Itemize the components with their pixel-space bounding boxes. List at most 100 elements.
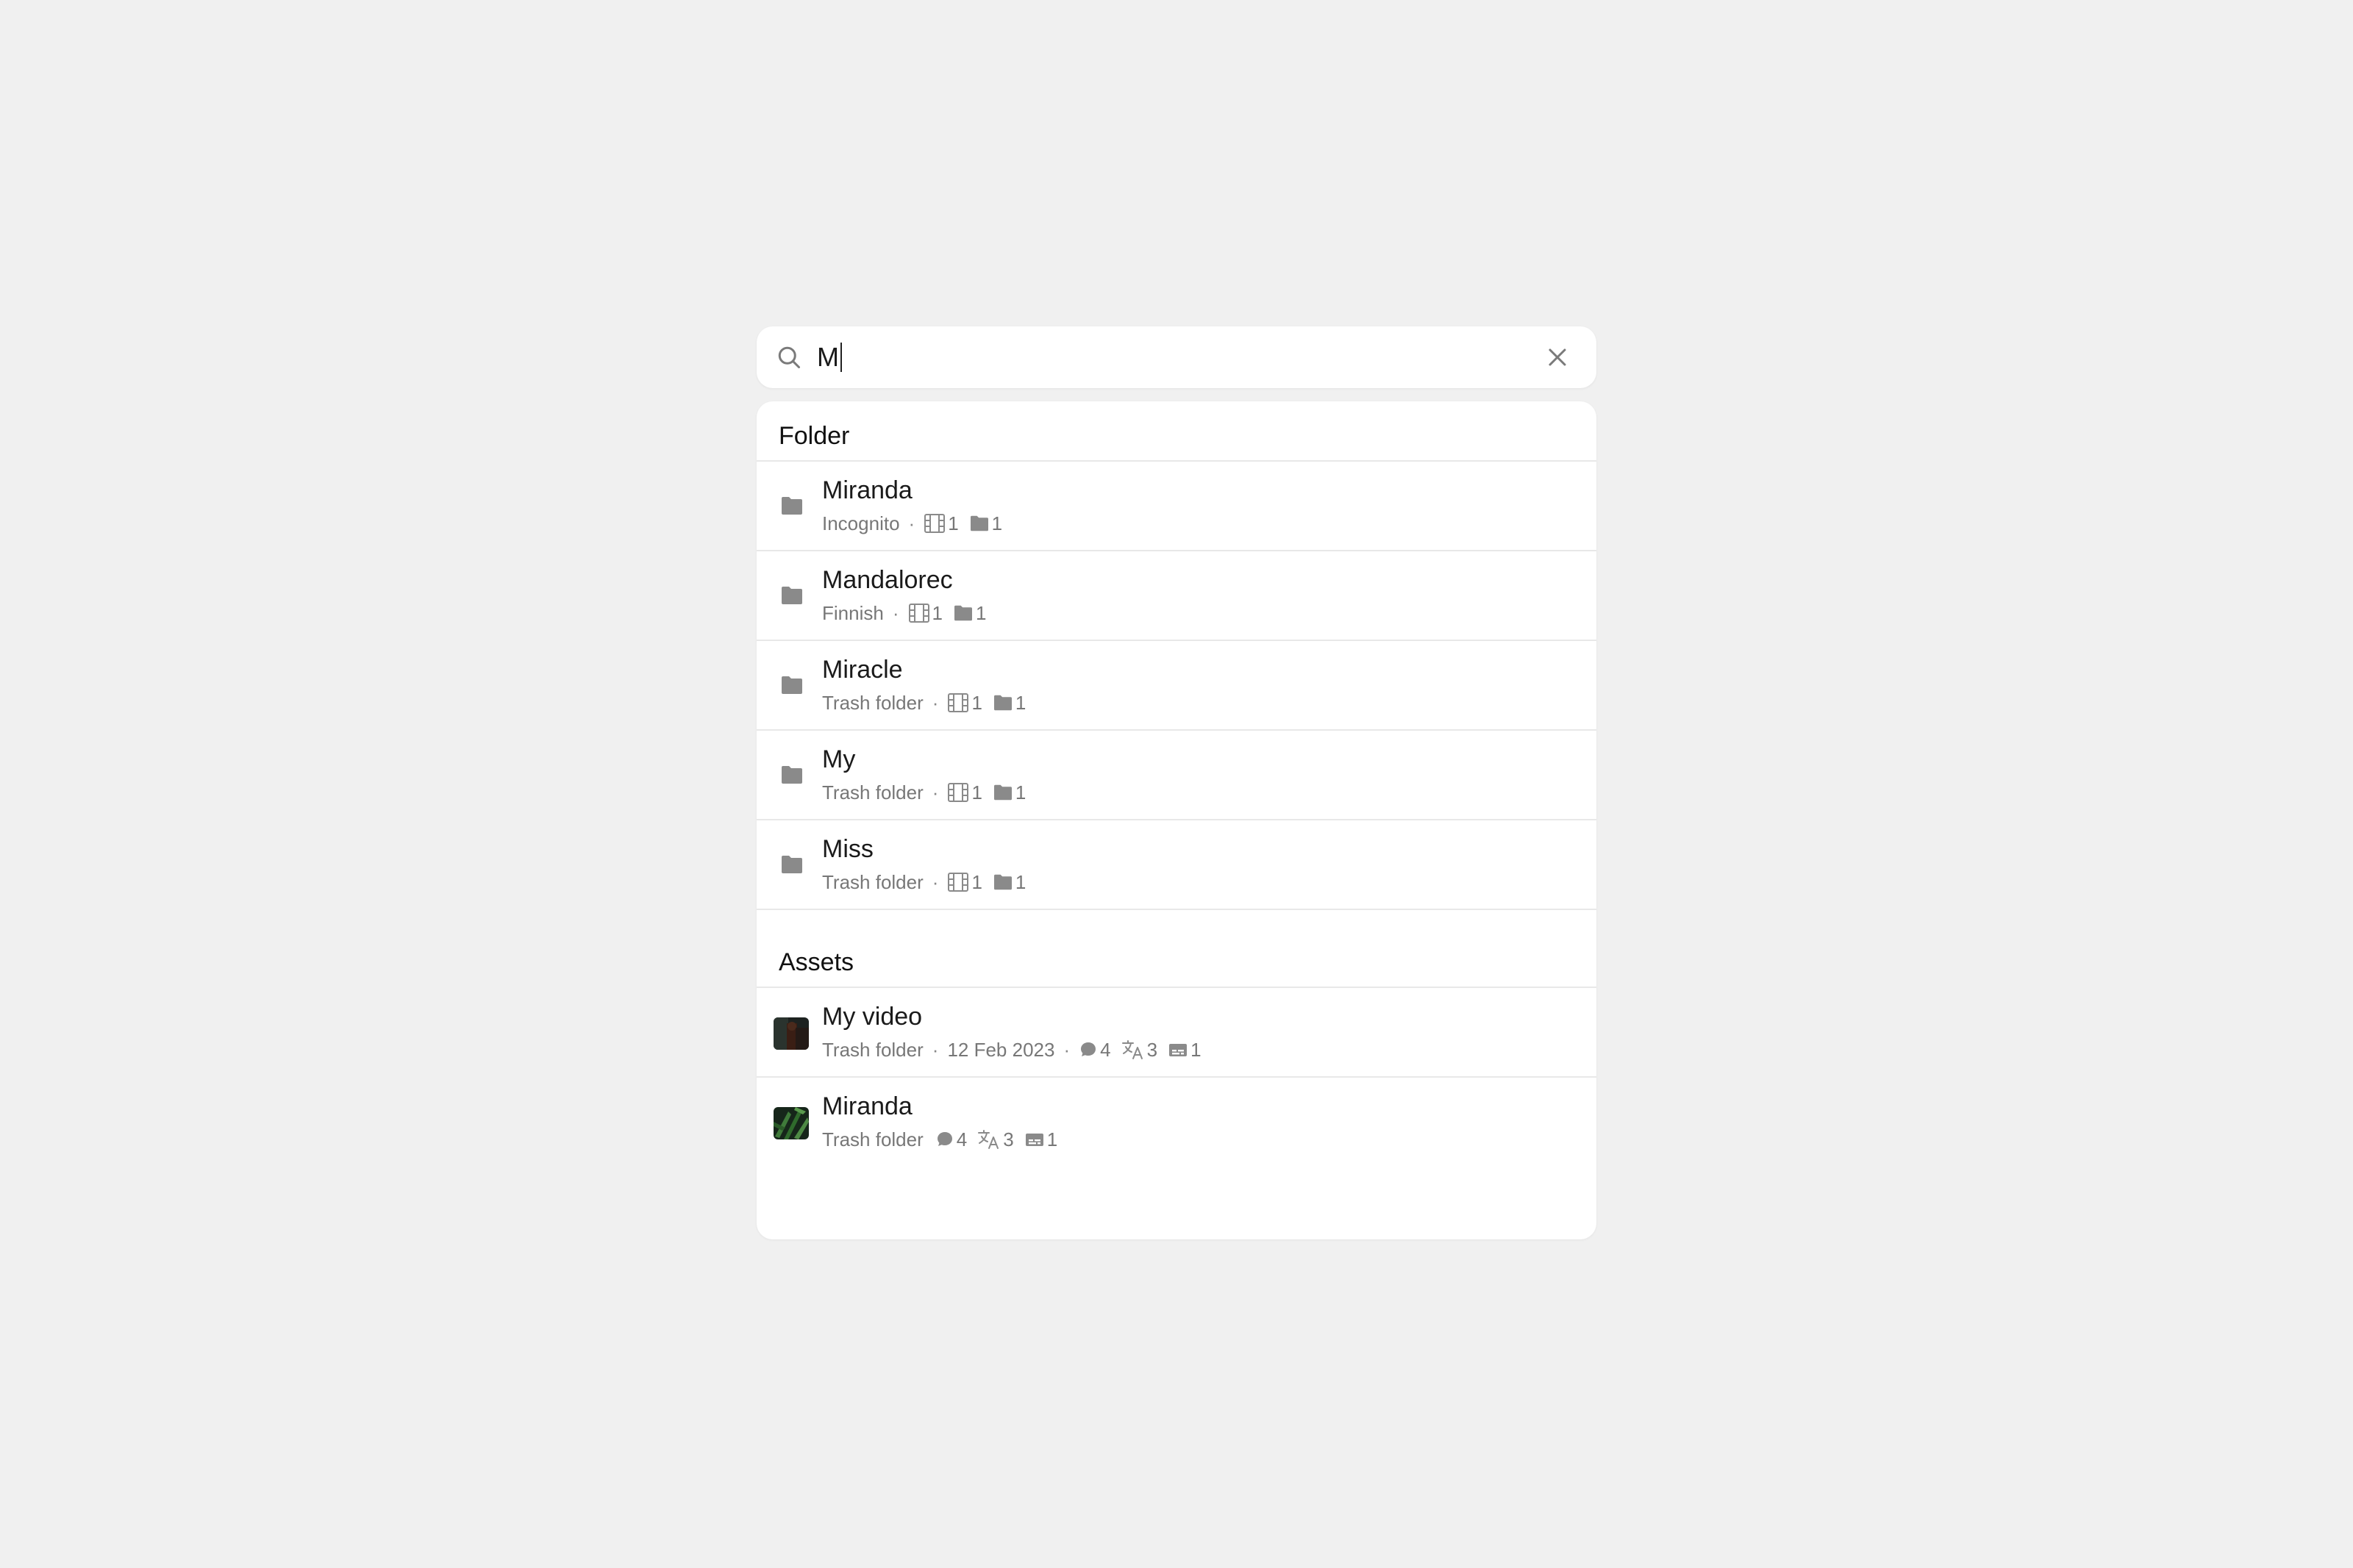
film-icon xyxy=(948,693,969,712)
divider xyxy=(757,909,1596,910)
folder-location: Finnish xyxy=(822,601,884,624)
folder-count: 1 xyxy=(969,512,1002,535)
folder-result-row[interactable]: Miracle Trash folder · 1 1 xyxy=(757,641,1596,729)
comment-count-value: 4 xyxy=(956,1128,968,1150)
film-icon xyxy=(948,783,969,802)
text-caret xyxy=(840,343,842,372)
folder-count-value: 1 xyxy=(1015,870,1026,893)
video-count-value: 1 xyxy=(971,781,982,803)
separator-dot: · xyxy=(1063,1038,1071,1061)
separator-dot: · xyxy=(908,512,915,534)
film-icon xyxy=(924,514,946,533)
search-results-panel: Folder Miranda Incognito · 1 1 Mandalore… xyxy=(757,401,1596,1239)
asset-meta: Trash folder · 12 Feb 2023 · 4 3 1 xyxy=(822,1038,1202,1062)
separator-dot: · xyxy=(932,781,939,803)
folder-small-icon xyxy=(954,605,972,621)
subtitles-icon xyxy=(1025,1134,1043,1146)
search-bar[interactable]: M xyxy=(757,326,1596,388)
folder-count: 1 xyxy=(993,781,1026,804)
folder-name: Miracle xyxy=(822,656,903,684)
folder-result-row[interactable]: My Trash folder · 1 1 xyxy=(757,731,1596,819)
subtitle-count: 1 xyxy=(1024,1128,1057,1151)
video-count-value: 1 xyxy=(971,870,982,893)
folder-location: Trash folder xyxy=(822,870,924,893)
separator-dot: · xyxy=(932,1038,939,1061)
separator-dot: · xyxy=(892,601,899,624)
asset-location: Trash folder xyxy=(822,1038,924,1061)
video-count: 1 xyxy=(947,781,982,804)
comment-count: 4 xyxy=(1079,1038,1111,1062)
film-icon xyxy=(948,873,969,892)
comment-icon xyxy=(937,1132,952,1146)
video-thumbnail xyxy=(774,1017,809,1050)
subtitle-count: 1 xyxy=(1168,1038,1202,1062)
folder-count-value: 1 xyxy=(1015,691,1026,714)
separator-dot: · xyxy=(932,691,939,714)
folder-count: 1 xyxy=(993,692,1026,715)
search-query: M xyxy=(817,342,839,372)
folder-small-icon xyxy=(993,874,1012,890)
video-count: 1 xyxy=(947,692,982,715)
comment-icon xyxy=(1081,1042,1096,1056)
folder-meta: Trash folder · 1 1 xyxy=(822,691,1026,715)
subtitle-count-value: 1 xyxy=(1190,1038,1202,1061)
asset-name: My video xyxy=(822,1003,923,1031)
folder-meta: Trash folder · 1 1 xyxy=(822,870,1026,894)
video-count-value: 1 xyxy=(971,691,982,714)
asset-location: Trash folder xyxy=(822,1128,924,1150)
video-count-value: 1 xyxy=(948,512,959,534)
folder-count: 1 xyxy=(953,602,986,625)
folder-location: Trash folder xyxy=(822,781,924,803)
folder-icon xyxy=(782,587,802,604)
folder-meta: Incognito · 1 1 xyxy=(822,512,1002,535)
folder-result-row[interactable]: Mandalorec Finnish · 1 1 xyxy=(757,551,1596,640)
translation-count-value: 3 xyxy=(1003,1128,1014,1150)
assets-section-title: Assets xyxy=(779,948,854,976)
subtitle-count-value: 1 xyxy=(1046,1128,1058,1150)
translate-icon xyxy=(978,1130,999,1149)
separator-dot: · xyxy=(932,870,939,893)
film-icon xyxy=(908,604,929,623)
folder-icon xyxy=(782,676,802,694)
translation-count-value: 3 xyxy=(1146,1038,1158,1061)
search-icon xyxy=(778,346,800,368)
folder-result-row[interactable]: Miss Trash folder · 1 1 xyxy=(757,820,1596,909)
folder-count: 1 xyxy=(993,871,1026,894)
video-thumbnail xyxy=(774,1107,809,1139)
video-count-value: 1 xyxy=(932,601,943,624)
comment-count-value: 4 xyxy=(1100,1038,1111,1061)
folder-section-title: Folder xyxy=(779,422,850,450)
folder-name: My xyxy=(822,745,856,773)
translate-icon xyxy=(1121,1040,1143,1059)
folder-icon xyxy=(782,856,802,873)
clear-search-icon[interactable] xyxy=(1546,346,1568,368)
comment-count: 4 xyxy=(935,1128,967,1151)
subtitles-icon xyxy=(1169,1044,1188,1056)
folder-count-value: 1 xyxy=(991,512,1003,534)
video-count: 1 xyxy=(908,602,943,625)
asset-result-row[interactable]: Miranda Trash folder 4 3 1 xyxy=(757,1078,1596,1166)
folder-meta: Trash folder · 1 1 xyxy=(822,781,1026,804)
folder-meta: Finnish · 1 1 xyxy=(822,601,986,625)
folder-location: Incognito xyxy=(822,512,900,534)
folder-name: Miss xyxy=(822,835,874,863)
folder-location: Trash folder xyxy=(822,691,924,714)
folder-count-value: 1 xyxy=(975,601,987,624)
asset-meta: Trash folder 4 3 1 xyxy=(822,1128,1057,1151)
folder-small-icon xyxy=(993,695,1012,711)
folder-count-value: 1 xyxy=(1015,781,1026,803)
folder-name: Miranda xyxy=(822,476,913,504)
folder-result-row[interactable]: Miranda Incognito · 1 1 xyxy=(757,462,1596,550)
folder-icon xyxy=(782,766,802,784)
asset-name: Miranda xyxy=(822,1092,913,1120)
translation-count: 3 xyxy=(977,1128,1014,1151)
folder-name: Mandalorec xyxy=(822,566,953,594)
search-input[interactable]: M xyxy=(817,338,842,376)
video-count: 1 xyxy=(924,512,959,535)
video-count: 1 xyxy=(947,871,982,894)
folder-small-icon xyxy=(993,784,1012,801)
folder-icon xyxy=(782,497,802,515)
asset-date: 12 Feb 2023 xyxy=(947,1038,1055,1061)
asset-result-row[interactable]: My video Trash folder · 12 Feb 2023 · 4 … xyxy=(757,988,1596,1076)
folder-small-icon xyxy=(970,515,988,531)
